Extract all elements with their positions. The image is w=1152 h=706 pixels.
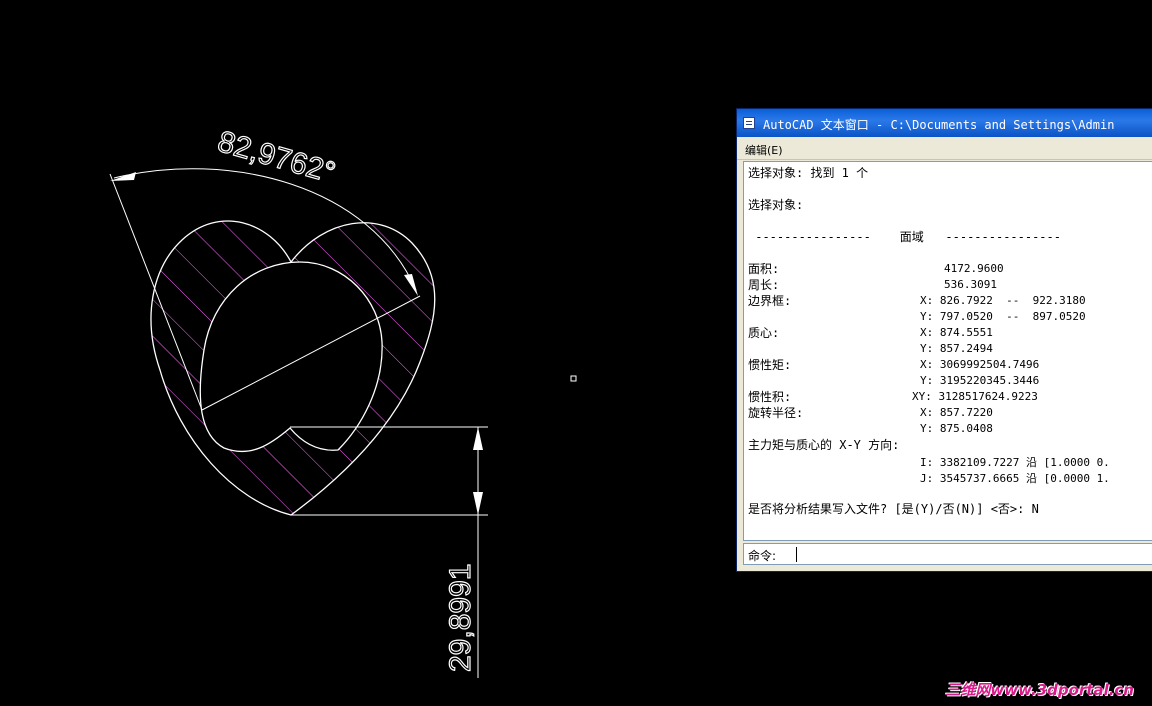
- dimension-arrow-top: [473, 427, 483, 450]
- write-prompt: 是否将分析结果写入文件? [是(Y)/否(N)] <否>: N: [748, 502, 1039, 516]
- principal-j: J: 3545737.6665 沿 [0.0000 1.: [920, 472, 1110, 485]
- area-label: 面积:: [748, 262, 780, 276]
- perimeter-value: 536.3091: [944, 278, 997, 291]
- text-window-menubar: 编辑(E): [737, 139, 1152, 160]
- command-prompt-label: 命令:: [748, 549, 777, 563]
- centroid-y: Y: 857.2494: [920, 342, 993, 355]
- output-line: ---------------- 面域 ----------------: [748, 230, 1061, 244]
- autocad-text-window[interactable]: AutoCAD 文本窗口 - C:\Documents and Settings…: [736, 108, 1152, 572]
- text-window-title: AutoCAD 文本窗口 - C:\Documents and Settings…: [763, 118, 1115, 132]
- inertia-label: 惯性矩:: [748, 358, 792, 372]
- angle-arrow-left: [110, 172, 136, 181]
- principal-i: I: 3382109.7227 沿 [1.0000 0.: [920, 456, 1110, 469]
- bbox-y: Y: 797.0520 -- 897.0520: [920, 310, 1086, 323]
- hatch-fill: [151, 221, 435, 516]
- bbox-x: X: 826.7922 -- 922.3180: [920, 294, 1086, 307]
- angle-dimension-text[interactable]: 82,9762°: [213, 124, 339, 190]
- centroid-label: 质心:: [748, 326, 780, 340]
- text-window-titlebar[interactable]: AutoCAD 文本窗口 - C:\Documents and Settings…: [737, 109, 1152, 137]
- dimension-arrow-bottom: [473, 492, 483, 515]
- length-dimension-text[interactable]: 29,8991: [443, 563, 477, 673]
- centroid-x: X: 874.5551: [920, 326, 993, 339]
- gyration-x: X: 857.7220: [920, 406, 993, 419]
- text-window-output[interactable]: 选择对象: 找到 1 个 选择对象: ---------------- 面域 -…: [743, 161, 1152, 541]
- watermark-logo: 三维网www.3dportal.cn: [945, 681, 1134, 699]
- command-line[interactable]: 命令:: [743, 543, 1152, 565]
- inertia-y: Y: 3195220345.3446: [920, 374, 1040, 387]
- menu-edit[interactable]: 编辑(E): [745, 142, 783, 158]
- product-label: 惯性积:: [748, 390, 792, 404]
- bbox-label: 边界框:: [748, 294, 792, 308]
- principal-label: 主力矩与质心的 X-Y 方向:: [748, 438, 900, 452]
- pickbox-cursor: [570, 375, 577, 382]
- area-value: 4172.9600: [944, 262, 1004, 275]
- text-caret: [796, 547, 797, 562]
- text-window-icon[interactable]: [743, 117, 755, 129]
- product-xy: XY: 3128517624.9223: [912, 390, 1038, 403]
- output-line: 选择对象: 找到 1 个: [748, 166, 869, 180]
- gyration-y: Y: 875.0408: [920, 422, 993, 435]
- output-line: 选择对象:: [748, 198, 804, 212]
- gyration-label: 旋转半径:: [748, 406, 804, 420]
- perimeter-label: 周长:: [748, 278, 780, 292]
- inertia-x: X: 3069992504.7496: [920, 358, 1040, 371]
